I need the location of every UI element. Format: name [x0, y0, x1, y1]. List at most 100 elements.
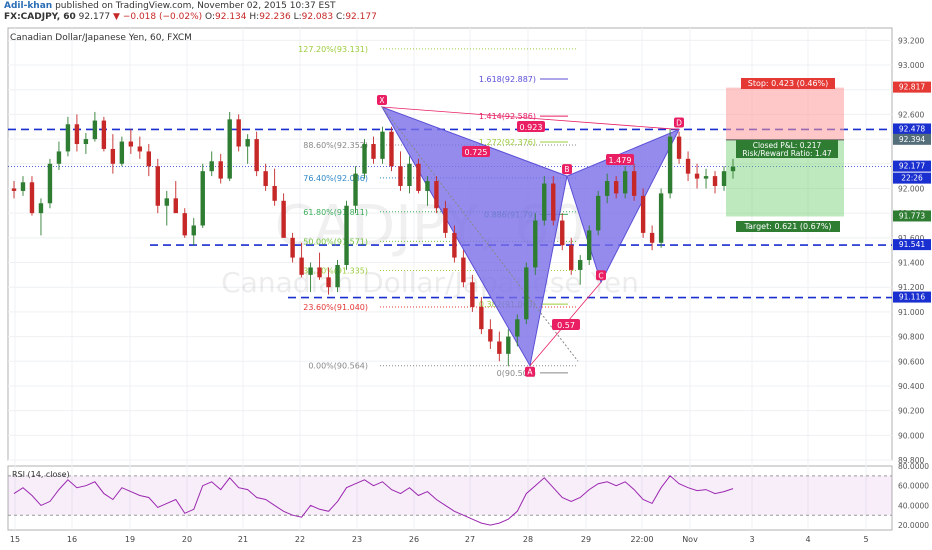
candle-body — [613, 181, 619, 194]
fib-retracement-label: 61.80%(91.811) — [303, 208, 368, 217]
candle-body — [712, 176, 718, 186]
y-tick-label: 92.600 — [898, 110, 924, 119]
candle — [551, 176, 556, 226]
candle — [344, 200, 349, 270]
candle-body — [335, 264, 340, 288]
rsi-y-tick-label: 20.0000 — [898, 521, 929, 530]
candle — [11, 181, 17, 199]
candle-body — [263, 171, 268, 186]
candle — [110, 134, 116, 174]
candle-body — [209, 161, 214, 172]
candle-body — [425, 181, 430, 191]
time-axis[interactable]: 15 16 19 20 21 22 23 26 27 28 29 22:00 Nov 3 4 5 — [10, 535, 869, 544]
candle-body — [479, 306, 484, 330]
candle-body — [308, 267, 313, 275]
candle-body — [694, 173, 700, 179]
candle-body — [83, 139, 89, 145]
candle — [524, 262, 529, 325]
y-tick-label: 91.400 — [898, 259, 924, 268]
candle-body — [272, 185, 277, 201]
candle-body — [443, 208, 448, 233]
rsi-pane[interactable]: RSI (14, close) 80.0000 60.0000 40.0000 20.0… — [8, 462, 929, 530]
candle-body — [191, 225, 196, 236]
rsi-title: RSI (14, close) — [12, 470, 70, 479]
candle — [92, 111, 98, 142]
x-tick-label: 22 — [295, 535, 305, 544]
candle-body — [254, 139, 259, 172]
candle-body — [362, 144, 367, 174]
x-tick-label: 4 — [805, 535, 810, 544]
candle — [389, 126, 394, 172]
price-badge-label: 92.478 — [899, 124, 925, 133]
candle — [506, 329, 511, 367]
candle — [101, 116, 107, 152]
y-tick-label: 90.400 — [898, 382, 924, 391]
candle — [173, 181, 178, 214]
price-badge-label: 91.116 — [899, 293, 925, 302]
candle — [703, 168, 709, 189]
candle-body — [155, 166, 160, 206]
y-tick-label: 90.200 — [898, 407, 924, 416]
fib-retracement-label: 88.60%(92.352) — [303, 141, 368, 150]
candle — [38, 198, 44, 236]
candle — [434, 176, 439, 214]
position-tool[interactable]: Stop: 0.423 (0.46%)Closed P&L: 0.217Risk… — [726, 78, 844, 232]
candle-body — [515, 319, 520, 337]
candle-body — [416, 163, 421, 191]
candle-body — [506, 336, 511, 354]
y-tick-label: 91.000 — [898, 308, 924, 317]
candle-body — [497, 341, 502, 354]
candle-body — [200, 171, 205, 226]
pattern-ratio-label: 1.479 — [609, 156, 632, 165]
candle-body — [317, 267, 322, 278]
candle-body — [92, 120, 98, 140]
candle-body — [658, 193, 664, 243]
x-tick-label: 28 — [523, 535, 533, 544]
candle-body — [119, 141, 125, 164]
candle-body — [569, 245, 574, 270]
x-tick-label: 16 — [67, 535, 77, 544]
price-badge-label: 92.817 — [899, 83, 925, 92]
fib-retracement-label: 50.00%(91.571) — [303, 237, 368, 246]
watermark-name: Canadian Dollar/Japanese Yen — [221, 266, 639, 299]
candle — [164, 190, 169, 226]
pattern-point-label: A — [527, 368, 533, 377]
fib-retracement-label: 76.40%(92.086) — [303, 174, 368, 183]
candle-body — [398, 166, 403, 186]
chart-canvas[interactable]: Canadian Dollar/Japanese Yen, 60, FXCM C… — [0, 0, 932, 550]
pattern-point-label: X — [379, 96, 384, 105]
candle-body — [371, 144, 376, 159]
candle-body — [380, 131, 385, 159]
price-axis[interactable]: 93.20093.00092.80092.60092.40092.20092.0… — [893, 36, 931, 465]
x-tick-label: 22:00 — [630, 535, 653, 544]
candle-body — [721, 171, 727, 186]
candle — [658, 188, 664, 248]
candle-body — [101, 120, 107, 149]
x-tick-label: 15 — [10, 535, 20, 544]
candle-body — [604, 181, 610, 196]
candle-body — [326, 277, 331, 288]
candle — [128, 129, 134, 154]
candle — [640, 188, 646, 238]
candle-body — [622, 171, 628, 194]
candle-body — [730, 166, 736, 172]
candle-body — [533, 220, 538, 268]
candle-body — [218, 161, 223, 179]
x-tick-label: 20 — [182, 535, 192, 544]
candle-body — [47, 163, 53, 204]
candle-body — [461, 257, 466, 283]
candle — [362, 139, 367, 179]
candle-body — [29, 182, 35, 214]
candle — [712, 171, 718, 194]
candle — [542, 176, 547, 226]
candle — [83, 132, 89, 154]
candle — [155, 158, 160, 214]
candle-body — [389, 131, 394, 167]
candle — [227, 111, 232, 182]
candle — [380, 126, 385, 164]
candle-body — [56, 151, 62, 164]
candle-body — [281, 200, 286, 238]
fib-retracement-label: 127.20%(93.131) — [298, 45, 368, 54]
y-tick-label: 93.200 — [898, 36, 924, 45]
candle — [371, 136, 376, 164]
